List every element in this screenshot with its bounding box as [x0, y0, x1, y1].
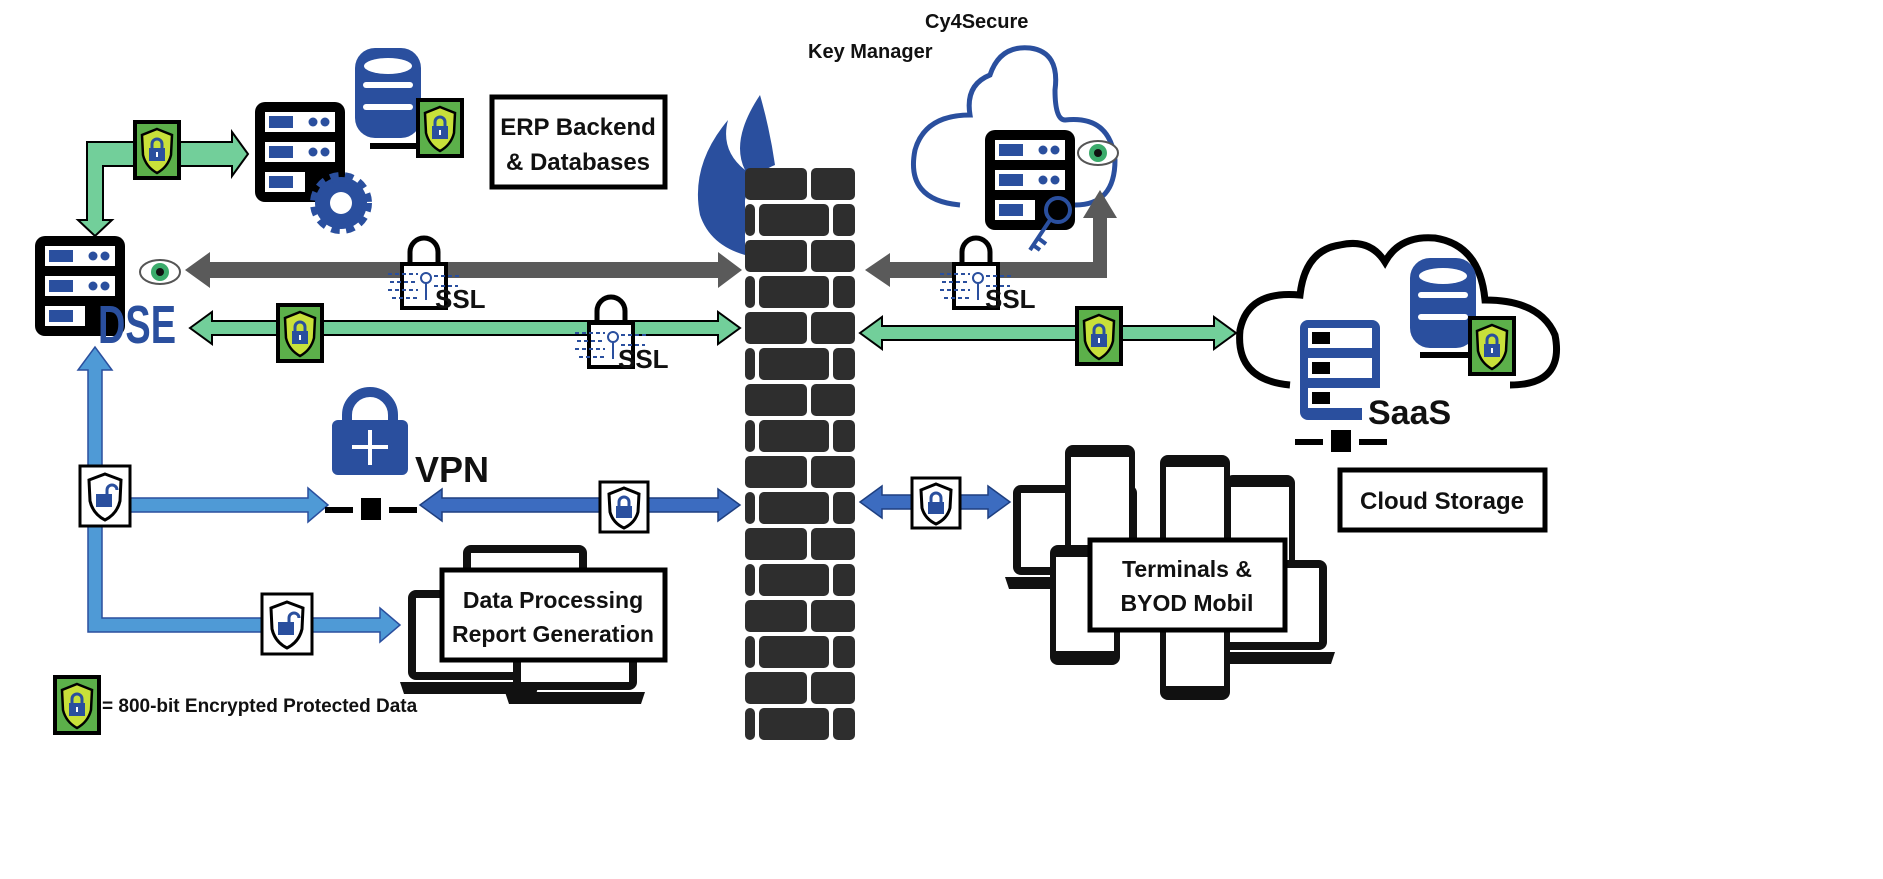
brick: [745, 276, 755, 308]
encrypted-badge-icon: [1075, 306, 1123, 366]
encrypted-badge-icon: [276, 303, 324, 363]
legend-badge-icon: [53, 675, 101, 735]
encrypted-badge-icon: [416, 98, 464, 158]
legend-text: = 800-bit Encrypted Protected Data: [102, 696, 418, 717]
brick: [759, 276, 829, 308]
vpn-lock-icon: [332, 387, 408, 475]
gear-icon: [310, 172, 372, 234]
brick: [745, 600, 807, 632]
eye-icon: [139, 259, 181, 285]
brick: [759, 348, 829, 380]
ssl-label: SSL: [435, 284, 486, 314]
brick: [745, 708, 755, 740]
brick: [811, 528, 855, 560]
brick: [745, 528, 807, 560]
erp-label-line1: ERP Backend: [500, 114, 656, 141]
saas-label: SaaS: [1368, 394, 1451, 432]
brick: [759, 564, 829, 596]
key-manager-label-line2: Key Manager: [808, 41, 933, 63]
brick: [745, 564, 755, 596]
gray-ssl-arrow-dse-firewall: [185, 252, 742, 288]
terminals-label-line1: Terminals &: [1122, 556, 1252, 582]
unlocked-badge-icon: [78, 464, 132, 528]
key-manager-label-line1: Cy4Secure: [925, 11, 1028, 33]
brick: [759, 492, 829, 524]
ssl-label: SSL: [985, 284, 1036, 314]
green-arrow-dse-firewall: [188, 310, 742, 346]
encrypted-badge-icon: [133, 120, 181, 180]
network-connector-icon: [325, 498, 417, 520]
brick: [833, 564, 855, 596]
erp-label-line2: & Databases: [506, 149, 650, 176]
brick: [833, 348, 855, 380]
cloud-storage-label: Cloud Storage: [1360, 488, 1524, 515]
brick: [833, 492, 855, 524]
brick: [833, 276, 855, 308]
brick: [833, 420, 855, 452]
brick: [745, 636, 755, 668]
network-connector-icon: [1295, 430, 1387, 452]
brick: [811, 168, 855, 200]
terminals-label-line2: BYOD Mobil: [1121, 590, 1254, 616]
lock-badge-icon: [910, 476, 962, 530]
encrypted-badge-icon: [1468, 316, 1516, 376]
brick: [759, 420, 829, 452]
brick: [811, 384, 855, 416]
firewall-brick-wall-icon: [745, 168, 855, 740]
blue-arrow-vpn-firewall: [418, 487, 742, 523]
brick: [745, 312, 807, 344]
brick: [745, 168, 807, 200]
brick: [759, 636, 829, 668]
brick: [833, 708, 855, 740]
database-icon: [355, 48, 421, 138]
brick: [833, 204, 855, 236]
green-arrow-firewall-cloud: [858, 315, 1238, 351]
brick: [745, 672, 807, 704]
brick: [811, 672, 855, 704]
brick: [745, 456, 807, 488]
brick: [759, 204, 829, 236]
brick: [811, 456, 855, 488]
unlocked-badge-icon: [260, 592, 314, 656]
brick: [745, 240, 807, 272]
dse-label: DSE: [98, 295, 176, 355]
brick: [745, 384, 807, 416]
brick: [759, 708, 829, 740]
brick: [745, 204, 755, 236]
eye-icon: [1077, 140, 1119, 166]
vpn-label: VPN: [415, 449, 489, 490]
lock-badge-icon: [598, 480, 650, 534]
data-processing-label-line1: Data Processing: [463, 587, 643, 613]
database-icon: [1410, 258, 1476, 348]
brick: [745, 492, 755, 524]
data-processing-label-line2: Report Generation: [452, 621, 654, 647]
brick: [811, 600, 855, 632]
brick: [811, 312, 855, 344]
key-manager-server-icon: [985, 130, 1075, 230]
brick: [745, 420, 755, 452]
terminals-label-box: [1087, 537, 1288, 633]
brick: [745, 348, 755, 380]
brick: [811, 240, 855, 272]
ssl-label: SSL: [618, 344, 669, 374]
network-security-diagram: ERP Backend & Databases DSE SSL SSL Cy4S…: [35, 11, 1560, 740]
brick: [833, 636, 855, 668]
